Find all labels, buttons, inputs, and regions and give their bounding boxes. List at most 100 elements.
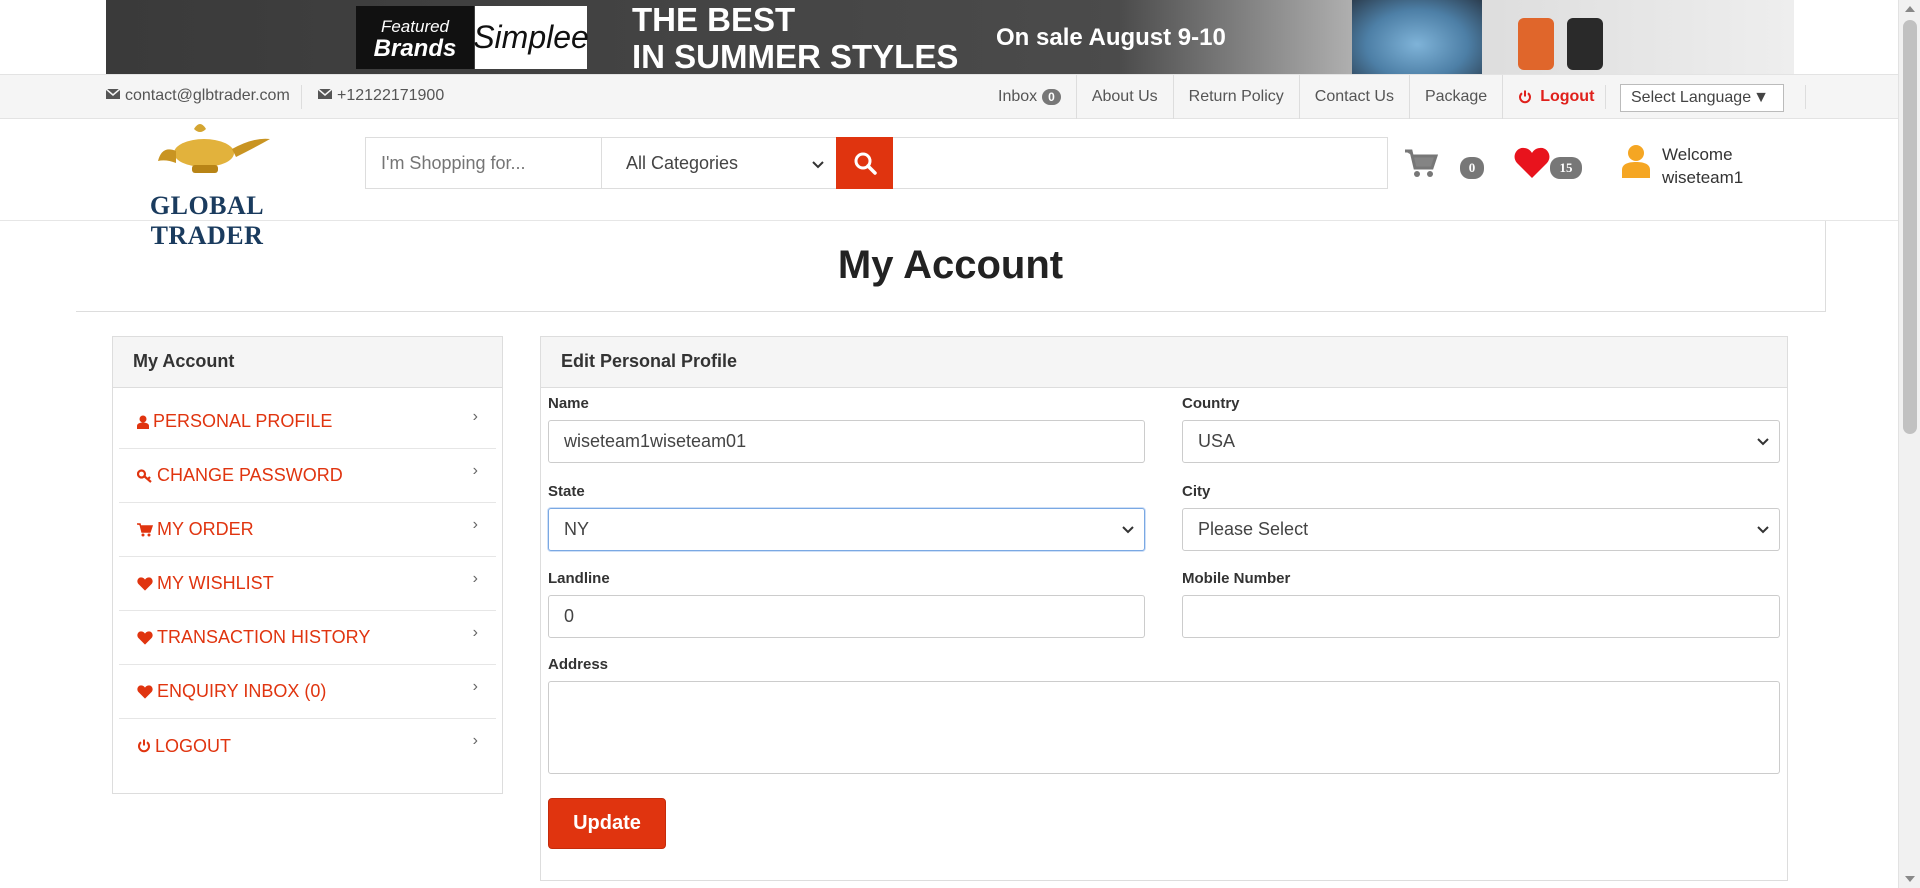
cart-button[interactable] bbox=[1404, 148, 1439, 183]
search-bar: All Categories bbox=[365, 137, 1388, 189]
sidebar-item-enquiry-inbox[interactable]: ENQUIRY INBOX (0) › bbox=[119, 665, 496, 719]
genie-lamp-icon bbox=[158, 124, 270, 173]
mobile-input[interactable] bbox=[1182, 595, 1780, 638]
chevron-right-icon: › bbox=[472, 569, 478, 587]
scroll-down-icon[interactable] bbox=[1905, 876, 1915, 882]
country-value: USA bbox=[1198, 431, 1236, 451]
nav-return-policy[interactable]: Return Policy bbox=[1174, 75, 1300, 119]
country-label: Country bbox=[1182, 395, 1240, 412]
country-select[interactable]: USA bbox=[1182, 420, 1780, 463]
brand-logo: Simplee bbox=[473, 6, 589, 69]
email-contact[interactable]: contact@glbtrader.com bbox=[105, 87, 290, 105]
promo-banner[interactable]: Featured Brands Simplee THE BEST IN SUMM… bbox=[106, 0, 1794, 74]
dropdown-arrow-icon: ▼ bbox=[1753, 89, 1769, 106]
sidebar-item-my-order[interactable]: MY ORDER › bbox=[119, 503, 496, 557]
wishlist-count-badge: 15 bbox=[1550, 157, 1582, 179]
chevron-right-icon: › bbox=[472, 677, 478, 695]
nav-divider bbox=[1605, 85, 1606, 109]
chevron-right-icon: › bbox=[472, 407, 478, 425]
sidebar-item-label: PERSONAL PROFILE bbox=[153, 411, 333, 431]
city-value: Please Select bbox=[1198, 519, 1309, 539]
sidebar-heading: My Account bbox=[113, 337, 502, 388]
banner-model-photo bbox=[1352, 0, 1482, 74]
user-icon bbox=[1622, 145, 1650, 178]
inbox-count-badge: 0 bbox=[1042, 89, 1061, 105]
sale-text: On sale August 9-10 bbox=[996, 24, 1226, 51]
page-title-section: My Account bbox=[76, 221, 1826, 312]
mobile-label: Mobile Number bbox=[1182, 570, 1291, 587]
name-input[interactable]: wiseteam1wiseteam01 bbox=[548, 420, 1145, 463]
top-nav: Inbox 0 About Us Return Policy Contact U… bbox=[983, 75, 1609, 119]
banner-headline: THE BEST IN SUMMER STYLES bbox=[632, 1, 958, 74]
welcome-label: Welcome bbox=[1662, 145, 1733, 164]
cart-icon bbox=[137, 522, 153, 536]
category-select[interactable]: All Categories bbox=[602, 138, 836, 188]
headline-line-2: IN SUMMER STYLES bbox=[632, 38, 959, 74]
contact-divider bbox=[301, 85, 302, 109]
page-title: My Account bbox=[837, 243, 1064, 287]
account-sidebar: My Account PERSONAL PROFILE › CHANGE PAS… bbox=[112, 336, 503, 794]
scrollbar-thumb[interactable] bbox=[1903, 20, 1917, 434]
category-label: All Categories bbox=[626, 152, 739, 173]
update-button[interactable]: Update bbox=[548, 798, 666, 849]
featured-brands-badge: Featured Brands bbox=[356, 6, 474, 69]
scroll-up-icon[interactable] bbox=[1905, 6, 1915, 12]
username[interactable]: wiseteam1 bbox=[1662, 166, 1743, 189]
state-value: NY bbox=[564, 519, 590, 539]
envelope-icon bbox=[317, 87, 333, 105]
sidebar-item-transaction-history[interactable]: TRANSACTION HISTORY › bbox=[119, 611, 496, 665]
nav-contact-us[interactable]: Contact Us bbox=[1300, 75, 1410, 119]
search-button[interactable] bbox=[836, 137, 893, 189]
state-select[interactable]: NY bbox=[548, 508, 1145, 551]
phone-text: +12122171900 bbox=[337, 87, 445, 104]
cart-count-badge: 0 bbox=[1460, 157, 1484, 179]
sidebar-menu: PERSONAL PROFILE › CHANGE PASSWORD › MY … bbox=[113, 395, 502, 773]
phone-contact[interactable]: +12122171900 bbox=[317, 87, 445, 105]
key-icon bbox=[137, 468, 152, 483]
address-textarea[interactable] bbox=[548, 681, 1780, 774]
sidebar-item-logout[interactable]: LOGOUT › bbox=[119, 719, 496, 773]
heart-icon bbox=[137, 576, 153, 591]
sidebar-item-label: TRANSACTION HISTORY bbox=[157, 627, 371, 647]
landline-label: Landline bbox=[548, 570, 610, 587]
envelope-icon bbox=[105, 87, 121, 105]
sidebar-item-change-password[interactable]: CHANGE PASSWORD › bbox=[119, 449, 496, 503]
chevron-down-icon bbox=[1122, 525, 1134, 533]
chevron-down-icon bbox=[1757, 525, 1769, 533]
language-divider bbox=[1805, 85, 1806, 109]
sidebar-item-label: ENQUIRY INBOX (0) bbox=[157, 681, 327, 701]
site-logo[interactable]: GLOBAL TRADER bbox=[92, 119, 322, 250]
chevron-right-icon: › bbox=[472, 732, 478, 749]
sidebar-item-label: LOGOUT bbox=[155, 735, 232, 756]
sidebar-item-my-wishlist[interactable]: MY WISHLIST › bbox=[119, 557, 496, 611]
language-select[interactable]: Select Language ▼ bbox=[1620, 84, 1784, 112]
address-label: Address bbox=[548, 656, 609, 673]
top-bar: contact@glbtrader.com +12122171900 Inbox… bbox=[0, 74, 1898, 119]
welcome-text: Welcome wiseteam1 bbox=[1662, 143, 1743, 189]
landline-input[interactable]: 0 bbox=[548, 595, 1145, 638]
account-button[interactable] bbox=[1622, 144, 1650, 183]
name-label: Name bbox=[548, 395, 589, 412]
state-label: State bbox=[548, 483, 585, 500]
featured-label: Featured bbox=[380, 17, 450, 36]
sidebar-item-label: MY ORDER bbox=[157, 519, 254, 539]
nav-inbox[interactable]: Inbox 0 bbox=[983, 75, 1077, 119]
chevron-right-icon: › bbox=[472, 623, 478, 641]
chevron-right-icon: › bbox=[472, 515, 478, 533]
headline-line-1: THE BEST bbox=[632, 1, 796, 38]
nav-about-us[interactable]: About Us bbox=[1077, 75, 1174, 119]
sidebar-item-personal-profile[interactable]: PERSONAL PROFILE › bbox=[119, 395, 496, 449]
wishlist-button[interactable] bbox=[1514, 147, 1550, 184]
email-text: contact@glbtrader.com bbox=[125, 87, 290, 104]
chevron-right-icon: › bbox=[472, 461, 478, 479]
banner-product-orange bbox=[1518, 18, 1554, 70]
page-scrollbar[interactable] bbox=[1898, 0, 1920, 888]
heart-icon bbox=[1514, 147, 1550, 178]
city-select[interactable]: Please Select bbox=[1182, 508, 1780, 551]
search-icon bbox=[854, 152, 877, 175]
search-input[interactable] bbox=[366, 138, 602, 188]
nav-logout[interactable]: Logout bbox=[1503, 75, 1609, 119]
power-icon bbox=[1518, 90, 1532, 104]
power-icon bbox=[138, 739, 150, 753]
nav-package[interactable]: Package bbox=[1410, 75, 1504, 119]
